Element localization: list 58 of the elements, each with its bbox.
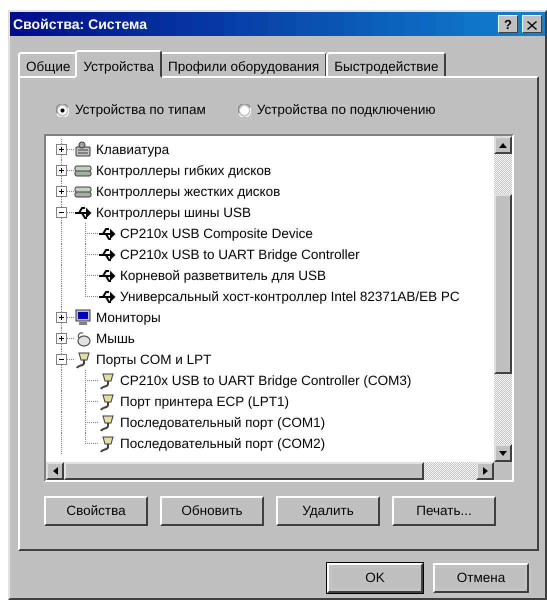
radio-button[interactable] [56,104,69,117]
tree-item[interactable]: Универсальный хост-контроллер Intel 82371AB/EB PC [120,286,460,307]
tab[interactable]: Профили оборудования [160,52,328,76]
port-icon [98,372,116,390]
right-arrow-icon [482,467,488,476]
window-title: Свойства: Система [13,14,148,34]
expander-icon[interactable] [56,333,67,344]
tree-item[interactable]: CP210x USB Composite Device [120,224,313,244]
tree-item[interactable]: Мониторы [96,308,161,328]
scroll-thumb[interactable] [64,462,424,480]
left-arrow-icon [52,467,58,476]
tree-item[interactable]: Клавиатура [96,140,170,160]
dialog-button[interactable]: OK [327,563,423,593]
tree-item[interactable]: Контроллеры шины USB [96,202,251,223]
expander-icon[interactable] [56,207,67,218]
radio-label[interactable]: Устройства по подключению [256,100,436,120]
tab[interactable]: Устройства [75,50,162,78]
scroll-right-button[interactable] [476,462,494,480]
action-button[interactable]: Обновить [160,496,264,526]
expander-icon[interactable] [56,312,67,324]
action-button[interactable]: Свойства [44,496,148,526]
tree-item[interactable]: Контроллеры жестких дисков [96,182,280,202]
expander-icon[interactable] [56,186,67,198]
port-icon [98,392,116,411]
port-icon [74,350,92,369]
close-button[interactable] [522,15,542,33]
action-button[interactable]: Удалить [276,496,380,526]
tree-item[interactable]: Порты COM и LPT [96,350,212,370]
tree-item[interactable]: Порт принтера ECP (LPT1) [120,392,290,412]
tree-item[interactable]: Последовательный порт (COM1) [120,412,326,433]
vertical-scrollbar[interactable] [494,136,512,462]
tree-item[interactable]: Контроллеры гибких дисков [96,160,272,181]
down-arrow-icon [499,450,507,456]
scroll-down-button[interactable] [494,444,512,462]
scroll-up-button[interactable] [494,136,512,154]
expander-icon[interactable] [56,144,67,156]
tab[interactable]: Быстродействие [326,52,446,76]
tree-item[interactable]: Мышь [96,328,135,349]
tree-item[interactable]: CP210x USB to UART Bridge Controller (COM3) [120,370,412,391]
up-arrow-icon [499,142,507,148]
scroll-thumb[interactable] [494,194,512,374]
expander-icon[interactable] [56,354,67,366]
tree-item[interactable]: CP210x USB to UART Bridge Controller [120,244,360,265]
keyboard-icon [74,140,92,159]
action-button[interactable]: Печать... [392,496,496,526]
radio-label[interactable]: Устройства по типам [75,100,206,120]
help-button[interactable]: ? [498,15,518,33]
dialog-button[interactable]: Отмена [433,563,529,593]
expander-icon[interactable] [56,165,67,176]
scroll-left-button[interactable] [46,462,64,480]
port-icon [98,414,116,432]
horizontal-scrollbar[interactable] [46,462,494,480]
port-icon [98,434,116,453]
tree-item[interactable]: Последовательный порт (COM2) [120,434,326,454]
radio-button[interactable] [238,104,251,117]
close-icon [527,20,537,30]
tree-item[interactable]: Корневой разветвитель для USB [120,266,326,286]
scrollbar-corner [494,462,512,480]
